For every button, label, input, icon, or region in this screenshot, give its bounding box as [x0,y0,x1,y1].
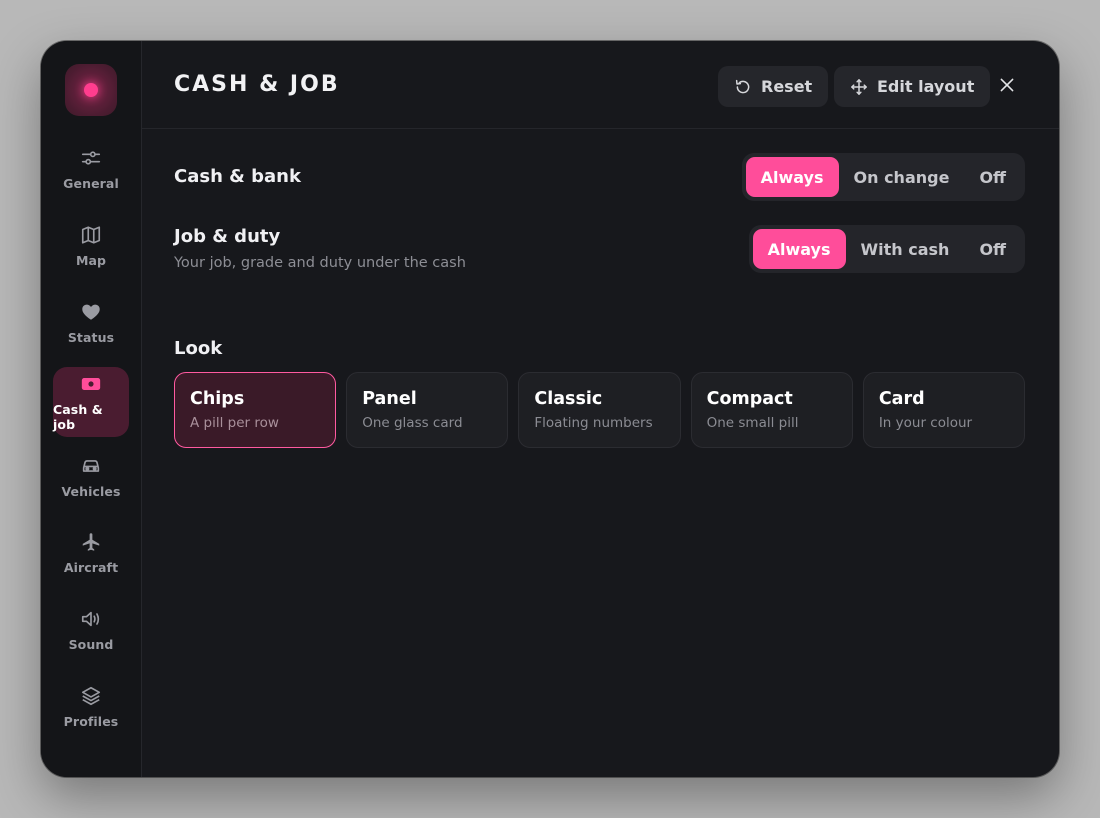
move-icon [851,78,867,95]
sidebar-item-label: Status [67,329,115,345]
look-card-card[interactable]: Card In your colour [862,372,1026,448]
look-card-title: Classic [534,389,603,409]
sidebar-item-general[interactable]: General [53,133,129,203]
look-card-title: Card [878,389,925,409]
brand-dot-icon [84,83,98,97]
sidebar-item-label: Vehicles [61,483,121,499]
look-card-subtitle: In your colour [878,415,973,431]
sidebar-item-label: Sound [68,636,114,652]
sidebar-item-label: Cash & job [53,402,103,432]
settings-window: General Map Status Cash & job Vehicles A… [41,41,1059,777]
sidebar-item-label: Profiles [63,713,119,729]
cash-icon [79,372,103,396]
header: CASH & JOB Reset Edit layout [142,41,1059,129]
sidebar-item-label: Map [75,252,107,268]
look-card-subtitle: One glass card [362,415,463,431]
sidebar-item-aircraft[interactable]: Aircraft [53,517,129,587]
look-card-classic[interactable]: Classic Floating numbers [518,372,681,448]
look-card-subtitle: A pill per row [190,415,279,431]
brand-logo [65,64,117,116]
look-card-panel[interactable]: Panel One glass card [346,372,509,448]
sidebar-item-sound[interactable]: Sound [53,594,129,664]
map-icon [79,223,103,247]
look-card-title: Compact [706,389,793,409]
look-card-compact[interactable]: Compact One small pill [690,372,853,448]
look-card-title: Panel [362,389,417,409]
sidebar-item-label: Aircraft [63,559,119,575]
cash-bank-label: Cash & bank [174,166,301,187]
job-duty-description: Your job, grade and duty under the cash [174,255,466,271]
job-duty-option-always[interactable]: Always [752,229,846,269]
job-duty-label: Job & duty [174,226,281,247]
edit-layout-label: Edit layout [877,77,975,96]
sidebar-item-label: General [63,175,119,191]
reset-icon [735,79,750,93]
sidebar-item-vehicles[interactable]: Vehicles [53,441,129,511]
look-card-subtitle: Floating numbers [534,415,653,431]
sidebar-item-cash-job[interactable]: Cash & job [53,367,129,437]
look-cards: Chips A pill per row Panel One glass car… [174,372,1026,448]
close-icon [1000,78,1014,92]
reset-label: Reset [761,77,813,96]
look-label: Look [174,338,223,359]
close-button[interactable] [997,75,1017,95]
settings-content: Cash & bank Always On change Off Job & d… [174,129,1026,777]
cash-bank-segmented-control: Always On change Off [741,153,1025,201]
car-icon [79,454,103,478]
cash-bank-option-always[interactable]: Always [745,157,839,197]
job-duty-option-off[interactable]: Off [964,229,1021,269]
speaker-icon [79,607,103,631]
sidebar-item-profiles[interactable]: Profiles [53,671,129,741]
page-title: CASH & JOB [174,72,340,97]
reset-button[interactable]: Reset [718,66,829,107]
heart-icon [79,300,103,324]
look-card-chips[interactable]: Chips A pill per row [174,372,337,448]
layers-icon [79,684,103,708]
sidebar-item-map[interactable]: Map [53,210,129,280]
job-duty-segmented-control: Always With cash Off [748,225,1025,273]
plane-icon [79,530,103,554]
edit-layout-button[interactable]: Edit layout [834,66,991,107]
sidebar-item-status[interactable]: Status [53,287,129,357]
look-card-title: Chips [190,389,245,409]
sidebar: General Map Status Cash & job Vehicles A… [41,41,142,777]
cash-bank-option-on-change[interactable]: On change [839,157,965,197]
job-duty-option-with-cash[interactable]: With cash [846,229,965,269]
sliders-icon [79,146,103,170]
look-card-subtitle: One small pill [706,415,799,431]
cash-bank-option-off[interactable]: Off [964,157,1021,197]
